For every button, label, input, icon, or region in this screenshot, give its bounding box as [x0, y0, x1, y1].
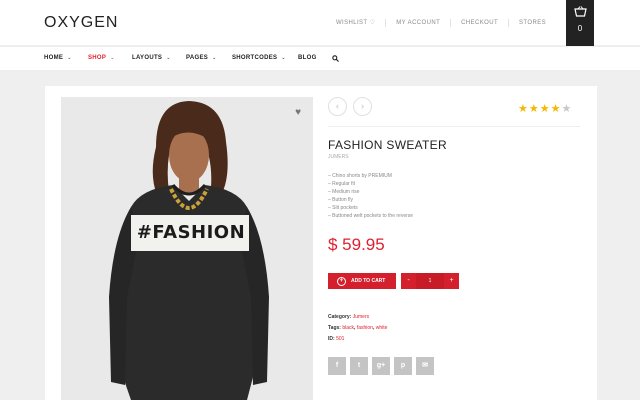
chevron-down-icon: ⌄: [166, 55, 171, 61]
product-image[interactable]: #FASHION ♥: [61, 97, 313, 400]
divider: [328, 126, 580, 127]
half-star-icon: ★: [561, 103, 573, 115]
site-header: OXYGEN WISHLIST ♡ MY ACCOUNT CHECKOUT ST…: [0, 0, 640, 53]
list-item: – Slit pockets: [328, 205, 358, 211]
star-icon: ★: [539, 103, 551, 115]
site-logo[interactable]: OXYGEN: [44, 14, 118, 32]
nav-item-pages[interactable]: PAGES ⌄: [186, 55, 217, 61]
wishlist-heart-icon[interactable]: ♥: [295, 107, 301, 118]
stores-link[interactable]: STORES: [508, 19, 556, 27]
add-to-cart-label: ADD TO CART: [351, 278, 386, 284]
list-item: – Medium rise: [328, 189, 360, 195]
next-product-button[interactable]: ›: [353, 97, 372, 116]
category-label: Category:: [328, 314, 352, 320]
chevron-down-icon: ⌄: [110, 55, 115, 61]
category-meta: Category: Jumers: [328, 314, 369, 320]
tag-link-fashion[interactable]: fashion: [357, 325, 373, 331]
rating-stars: ★★★★★: [518, 102, 572, 115]
checkout-link[interactable]: CHECKOUT: [450, 19, 508, 27]
id-value: 501: [336, 336, 345, 342]
nav-label: SHOP: [88, 55, 107, 61]
star-icon: ★: [550, 103, 562, 115]
cart-count: 0: [577, 24, 583, 33]
list-item: – Buttoned welt pockets to the reverse: [328, 213, 414, 219]
list-item: – Regular fit: [328, 181, 355, 187]
top-links: WISHLIST ♡ MY ACCOUNT CHECKOUT STORES: [326, 19, 556, 27]
tag-link-white[interactable]: white: [376, 325, 388, 331]
nav-label: SHORTCODES: [232, 55, 278, 61]
qty-input[interactable]: 1: [416, 273, 444, 289]
nav-label: BLOG: [298, 55, 317, 61]
list-item: – Button fly: [328, 197, 354, 203]
wishlist-label: WISHLIST: [335, 20, 368, 26]
id-label: ID:: [328, 336, 335, 342]
nav-item-shortcodes[interactable]: SHORTCODES ⌄: [232, 55, 286, 61]
tags-meta: Tags: black, fashion, white: [328, 325, 388, 331]
category-link[interactable]: Jumers: [353, 314, 369, 320]
qty-increase-button[interactable]: +: [444, 273, 459, 289]
nav-item-shop[interactable]: SHOP ⌄: [88, 55, 115, 61]
tags-label: Tags:: [328, 325, 341, 331]
facebook-icon[interactable]: f: [328, 357, 346, 375]
add-to-cart-button[interactable]: + ADD TO CART: [328, 273, 396, 289]
email-icon[interactable]: ✉: [416, 357, 434, 375]
prev-product-button[interactable]: ‹: [328, 97, 347, 116]
share-buttons: f t g+ p ✉: [328, 357, 438, 375]
nav-label: PAGES: [186, 55, 209, 61]
shirt-print-text: #FASHION: [136, 222, 246, 243]
heart-outline-icon: ♡: [369, 20, 376, 26]
chevron-down-icon: ⌄: [212, 55, 217, 61]
nav-item-blog[interactable]: BLOG: [298, 55, 317, 61]
star-icon: ★: [518, 103, 529, 115]
nav-item-home[interactable]: HOME ⌄: [44, 55, 72, 61]
cart-button[interactable]: 0: [566, 0, 594, 53]
chevron-down-icon: ⌄: [281, 55, 286, 61]
twitter-icon[interactable]: t: [350, 357, 368, 375]
nav-item-layouts[interactable]: LAYOUTS ⌄: [132, 55, 171, 61]
product-category-subtitle: JUMERS: [328, 154, 349, 160]
qty-decrease-button[interactable]: -: [401, 273, 416, 289]
pinterest-icon[interactable]: p: [394, 357, 412, 375]
wishlist-link[interactable]: WISHLIST ♡: [326, 19, 385, 27]
id-meta: ID: 501: [328, 336, 344, 342]
feature-list: – Chino shorts by PREMIUM – Regular fit …: [328, 172, 413, 220]
main-nav: HOME ⌄ SHOP ⌄ LAYOUTS ⌄ PAGES ⌄ SHORTCODES ⌄ …: [0, 46, 640, 71]
product-title: FASHION SWEATER: [328, 138, 447, 152]
tag-link-black[interactable]: black: [342, 325, 354, 331]
product-price: $ 59.95: [328, 235, 385, 254]
nav-label: HOME: [44, 55, 64, 61]
my-account-link[interactable]: MY ACCOUNT: [385, 19, 450, 27]
star-icon: ★: [528, 103, 540, 115]
nav-label: LAYOUTS: [132, 55, 163, 61]
basket-icon: [566, 6, 594, 20]
list-item: – Chino shorts by PREMIUM: [328, 173, 392, 179]
plus-circle-icon: +: [337, 276, 346, 286]
quantity-stepper: - 1 +: [401, 273, 459, 289]
google-plus-icon[interactable]: g+: [372, 357, 390, 375]
chevron-down-icon: ⌄: [67, 55, 72, 61]
product-panel: #FASHION ♥ ‹ › ★★★★★ FASHION SWEATER JUM…: [45, 86, 597, 400]
search-icon[interactable]: [332, 55, 339, 64]
